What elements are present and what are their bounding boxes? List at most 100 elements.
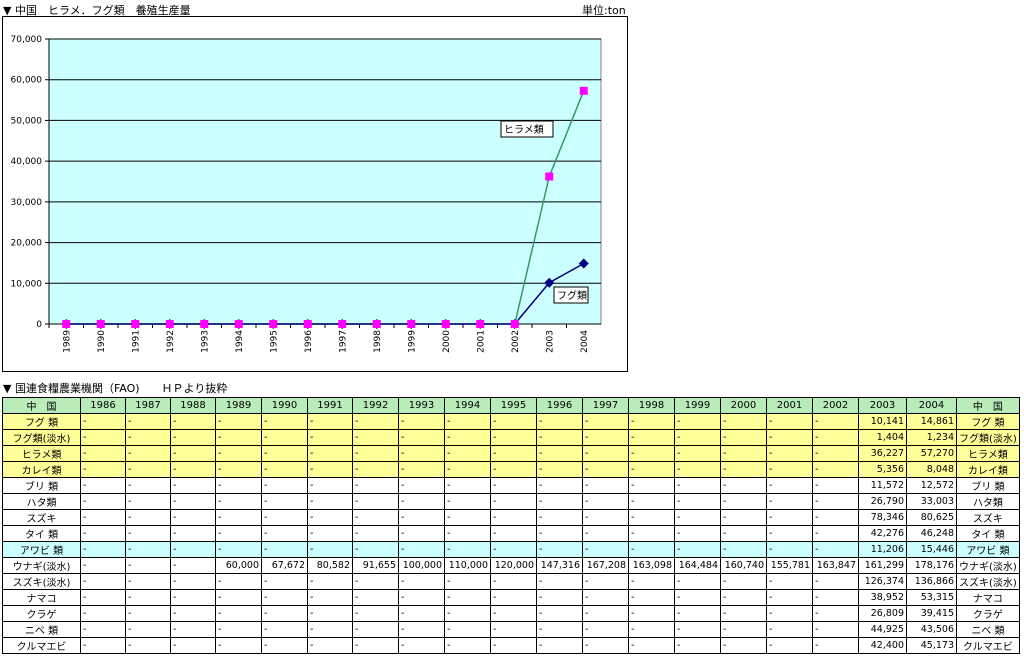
table-cell: - xyxy=(628,461,675,478)
row-label-right: アワビ 類 xyxy=(956,541,1020,558)
table-cell: 33,003 xyxy=(906,493,957,510)
x-tick-label: 1989 xyxy=(62,330,72,353)
table-cell: - xyxy=(352,621,399,638)
table-cell: - xyxy=(766,413,813,430)
y-tick-label: 20,000 xyxy=(11,239,43,249)
x-tick-label: 1996 xyxy=(304,330,314,353)
table-cell: - xyxy=(444,525,491,542)
table-cell: - xyxy=(766,637,813,654)
table-cell: 42,276 xyxy=(858,525,907,542)
table-cell: - xyxy=(80,541,126,558)
table-cell: 57,270 xyxy=(906,445,957,462)
table-cell: - xyxy=(766,525,813,542)
table-cell: - xyxy=(536,589,583,606)
table-cell: - xyxy=(490,541,537,558)
table-cell: - xyxy=(766,445,813,462)
row-label-right: クルマエビ xyxy=(956,637,1020,654)
table-cell: - xyxy=(766,509,813,526)
y-tick-label: 0 xyxy=(36,320,42,330)
x-tick-label: 1997 xyxy=(338,330,348,353)
table-cell: - xyxy=(125,477,171,494)
table-cell: - xyxy=(582,589,629,606)
table-cell: - xyxy=(170,445,216,462)
row-label: クルマエビ xyxy=(2,637,81,654)
table-cell: - xyxy=(582,541,629,558)
table-cell: 110,000 xyxy=(444,557,491,574)
table-cell: 38,952 xyxy=(858,589,907,606)
table-cell: - xyxy=(628,541,675,558)
data-point xyxy=(476,320,485,328)
table-cell: - xyxy=(444,509,491,526)
table-cell: - xyxy=(582,461,629,478)
table-cell: - xyxy=(628,525,675,542)
row-label: クラゲ xyxy=(2,605,81,622)
table-cell: - xyxy=(812,573,859,590)
y-tick-label: 30,000 xyxy=(11,198,43,208)
table-cell: 100,000 xyxy=(398,557,445,574)
table-cell: - xyxy=(812,509,859,526)
x-tick-label: 1994 xyxy=(235,330,245,353)
table-cell: - xyxy=(170,589,216,606)
table-cell: - xyxy=(444,445,491,462)
table-cell: - xyxy=(674,637,721,654)
row-label: ウナギ(淡水) xyxy=(2,557,81,574)
table-cell: - xyxy=(398,445,445,462)
table-cell: - xyxy=(444,413,491,430)
table-cell: - xyxy=(812,589,859,606)
table-cell: - xyxy=(80,605,126,622)
table-cell: - xyxy=(444,621,491,638)
table-cell: - xyxy=(766,477,813,494)
table-cell: 26,790 xyxy=(858,493,907,510)
table-cell: 46,248 xyxy=(906,525,957,542)
x-tick-label: 2001 xyxy=(476,330,486,353)
table-cell: - xyxy=(80,429,126,446)
table-cell: - xyxy=(720,445,767,462)
table-cell: - xyxy=(170,477,216,494)
row-label-right: カレイ類 xyxy=(956,461,1020,478)
table-cell: - xyxy=(628,413,675,430)
table-cell: - xyxy=(444,493,491,510)
table-cell: - xyxy=(398,493,445,510)
table-cell: - xyxy=(307,589,353,606)
table-cell: - xyxy=(125,493,171,510)
table-cell: - xyxy=(215,541,262,558)
table-cell: - xyxy=(674,477,721,494)
table-cell: - xyxy=(812,413,859,430)
row-label: タイ 類 xyxy=(2,525,81,542)
table-cell: - xyxy=(720,509,767,526)
table-row: ハタ類 - - - - - - - - - - - - - - - - -26,790 33,003 ハタ類 xyxy=(2,493,1020,510)
table-cell: - xyxy=(812,429,859,446)
table-header-row: 中 国 1986 1987 1988 1989 1990 1991 1992 1993 1994 1… xyxy=(2,397,1020,414)
table-cell: - xyxy=(674,445,721,462)
table-cell: - xyxy=(536,477,583,494)
header-year: 1987 xyxy=(125,397,171,414)
table-cell: - xyxy=(398,429,445,446)
data-point xyxy=(510,320,519,328)
table-cell: - xyxy=(80,621,126,638)
table-cell: - xyxy=(261,493,308,510)
table-cell: - xyxy=(80,525,126,542)
header-year: 1992 xyxy=(352,397,399,414)
row-label-right: フグ 類 xyxy=(956,413,1020,430)
table-cell: 67,672 xyxy=(261,557,308,574)
table-cell: - xyxy=(582,637,629,654)
table-cell: - xyxy=(215,413,262,430)
row-label-right: ハタ類 xyxy=(956,493,1020,510)
table-cell: - xyxy=(674,493,721,510)
table-cell: - xyxy=(444,461,491,478)
table-cell: - xyxy=(582,525,629,542)
table-cell: - xyxy=(490,589,537,606)
table-cell: - xyxy=(215,493,262,510)
series-label: フグ類 xyxy=(557,289,587,302)
table-cell: - xyxy=(398,509,445,526)
table-cell: 120,000 xyxy=(490,557,537,574)
table-cell: 39,415 xyxy=(906,605,957,622)
row-label-right: スズキ xyxy=(956,509,1020,526)
table-cell: - xyxy=(170,557,216,574)
table-cell: - xyxy=(582,445,629,462)
header-year: 1986 xyxy=(80,397,126,414)
table-row: ニベ 類 - - - - - - - - - - - - - - - - -44,925 43,506 ニベ 類 xyxy=(2,621,1020,638)
table-cell: - xyxy=(766,493,813,510)
table-cell: - xyxy=(812,605,859,622)
table-cell: - xyxy=(261,541,308,558)
